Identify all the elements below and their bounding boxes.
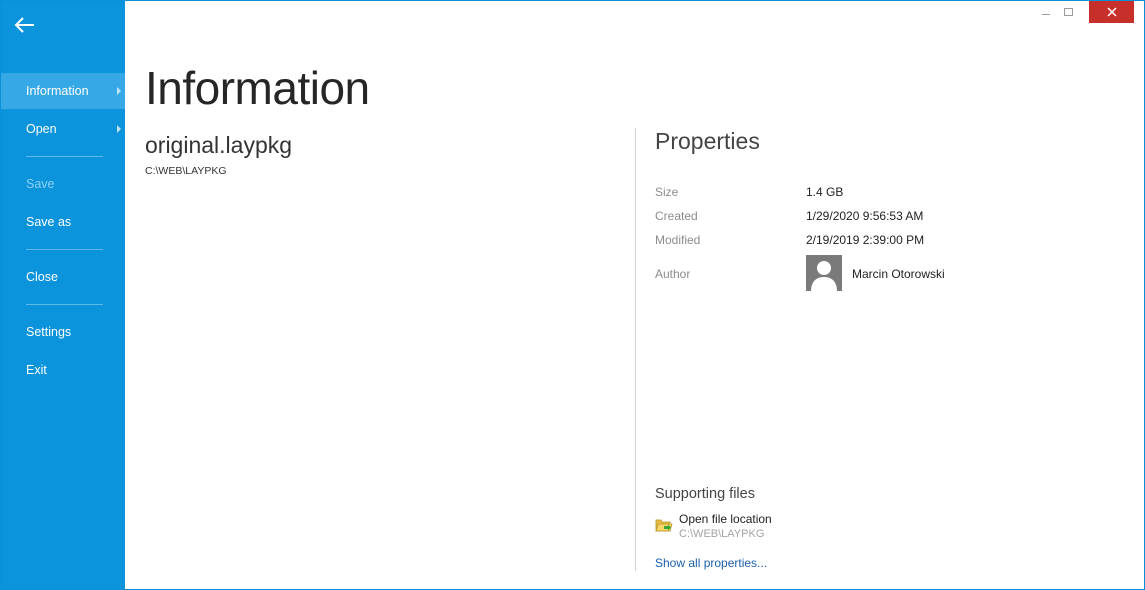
close-icon	[1107, 7, 1117, 17]
page-title: Information	[145, 62, 370, 114]
size-label: Size	[655, 185, 679, 199]
sidebar-item-exit[interactable]: Exit	[1, 352, 125, 388]
sidebar-item-save: Save	[1, 166, 125, 202]
sidebar-item-settings[interactable]: Settings	[1, 314, 125, 350]
sidebar-item-save-as[interactable]: Save as	[1, 204, 125, 240]
sidebar-item-label: Save	[26, 177, 55, 191]
author-name: Marcin Otorowski	[852, 267, 945, 281]
created-value: 1/29/2020 9:56:53 AM	[806, 209, 924, 223]
sidebar-item-open[interactable]: Open	[1, 111, 125, 147]
author-label: Author	[655, 267, 691, 281]
avatar	[806, 255, 842, 291]
app-window: Information Open Save Save as Close Sett…	[0, 0, 1145, 590]
file-location-path: C:\WEB\LAYPKG	[679, 528, 765, 540]
sidebar-item-label: Open	[26, 122, 57, 136]
section-divider	[635, 128, 636, 571]
file-name: original.laypkg	[145, 132, 293, 158]
back-button[interactable]	[11, 11, 39, 39]
maximize-button[interactable]	[1058, 1, 1078, 23]
modified-label: Modified	[655, 233, 701, 247]
minimize-button[interactable]	[1036, 1, 1056, 23]
sidebar-item-label: Close	[26, 270, 58, 284]
backstage-sidebar: Information Open Save Save as Close Sett…	[1, 1, 125, 589]
sidebar-item-label: Exit	[26, 363, 47, 377]
sidebar-item-label: Settings	[26, 325, 72, 339]
close-window-button[interactable]	[1089, 1, 1134, 23]
sidebar-divider	[26, 304, 103, 305]
back-arrow-icon	[14, 17, 34, 33]
supporting-files-title: Supporting files	[655, 486, 755, 502]
show-all-properties-link[interactable]: Show all properties...	[655, 556, 767, 570]
properties-title: Properties	[655, 128, 760, 154]
sidebar-divider	[26, 249, 103, 250]
size-value: 1.4 GB	[806, 185, 844, 199]
chevron-right-icon	[117, 125, 121, 133]
sidebar-item-close[interactable]: Close	[1, 259, 125, 295]
file-path: C:\WEB\LAYPKG	[145, 165, 227, 177]
sidebar-item-information[interactable]: Information	[1, 73, 125, 109]
created-label: Created	[655, 209, 698, 223]
sidebar-divider	[26, 156, 103, 157]
sidebar-item-label: Save as	[26, 215, 72, 229]
user-icon	[811, 261, 837, 291]
chevron-right-icon	[117, 87, 121, 95]
open-folder-icon	[655, 517, 673, 533]
open-file-location-link[interactable]: Open file location	[679, 512, 772, 526]
sidebar-item-label: Information	[26, 84, 89, 98]
modified-value: 2/19/2019 2:39:00 PM	[806, 233, 925, 247]
